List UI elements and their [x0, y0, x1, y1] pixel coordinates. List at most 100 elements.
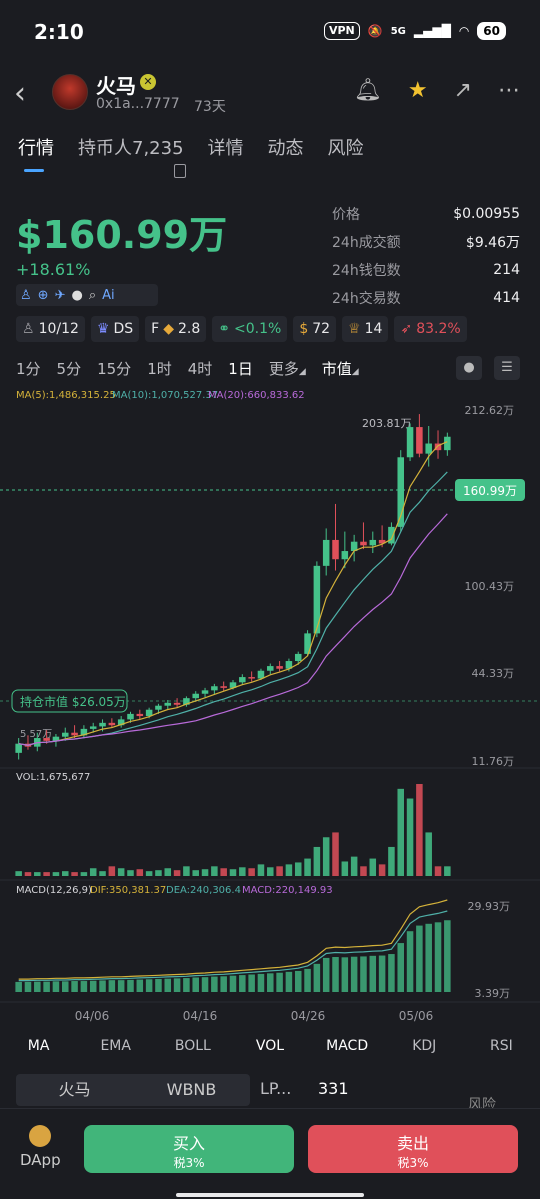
ind-ema[interactable]: EMA — [77, 1038, 154, 1054]
candle-body — [89, 726, 97, 729]
volume-bar — [285, 864, 293, 876]
tf-1m[interactable]: 1分 — [16, 358, 41, 379]
pair-selector[interactable]: 火马 WBNB — [16, 1074, 250, 1106]
search-icon[interactable]: ⌕ — [89, 288, 96, 303]
ind-macd[interactable]: MACD — [309, 1038, 386, 1054]
share-icon[interactable]: ↗ — [454, 78, 472, 103]
user-icon[interactable]: ♙ — [20, 288, 32, 303]
home-indicator — [176, 1193, 364, 1197]
volume-bar — [360, 866, 367, 876]
copy-icon[interactable] — [174, 164, 186, 178]
qq-icon[interactable]: ● — [71, 288, 82, 303]
price-chart[interactable]: MA(5):1,486,315.25 MA(10):1,070,527.37 M… — [0, 380, 540, 1040]
ma5-legend: MA(5):1,486,315.25 — [16, 390, 116, 401]
tf-4h[interactable]: 4时 — [188, 358, 213, 379]
star-icon[interactable]: ★ — [408, 78, 428, 103]
ind-kdj[interactable]: KDJ — [386, 1038, 463, 1054]
ind-vol[interactable]: VOL — [231, 1038, 308, 1054]
chip-top-holders[interactable]: ⚭ <0.1% — [212, 316, 288, 342]
token-avatar[interactable] — [52, 74, 88, 110]
tab-activity[interactable]: 动态 — [268, 134, 304, 160]
candle-body — [211, 686, 218, 691]
dapp-label: DApp — [20, 1151, 61, 1169]
tf-market-cap[interactable]: 市值◢ — [322, 358, 359, 379]
ind-rsi[interactable]: RSI — [463, 1038, 540, 1054]
tab-holders[interactable]: 持币人7,235 — [78, 134, 184, 160]
more-icon[interactable]: ⋯ — [498, 78, 520, 103]
verified-icon: ✕ — [140, 74, 156, 90]
buy-label: 买入 — [172, 1134, 205, 1153]
candle-body — [444, 436, 451, 451]
tf-1h[interactable]: 1时 — [147, 358, 172, 379]
money-bag-icon: $ — [299, 321, 309, 337]
tab-details[interactable]: 详情 — [208, 134, 244, 160]
lp-value: 331 — [318, 1079, 349, 1098]
back-icon[interactable]: ‹ — [14, 76, 26, 111]
draw-tool-icon[interactable]: ● — [456, 356, 482, 380]
candle-body — [425, 443, 432, 454]
candle-body — [127, 713, 134, 720]
sell-tax: 税3% — [397, 1156, 429, 1170]
volume-bar — [248, 868, 255, 876]
candle-body — [164, 702, 172, 706]
macd-bar — [71, 981, 78, 992]
ind-ma[interactable]: MA — [0, 1038, 77, 1054]
volume-bar — [220, 868, 227, 876]
hat-icon: ♛ — [96, 321, 110, 337]
dapp-button[interactable]: DApp — [20, 1125, 61, 1169]
chip-value: 83.2% — [416, 321, 461, 337]
mute-icon: 🔕 — [367, 24, 383, 38]
macd-bar — [388, 954, 395, 992]
macd-bar — [89, 980, 97, 992]
main-tabs: 行情 持币人7,235 详情 动态 风险 — [18, 134, 364, 160]
tf-more[interactable]: 更多◢ — [269, 358, 306, 379]
tab-risk[interactable]: 风险 — [328, 134, 364, 160]
tf-15m[interactable]: 15分 — [97, 358, 131, 379]
volume-bar — [294, 862, 302, 876]
tf-mc-label: 市值 — [321, 360, 352, 378]
ind-boll[interactable]: BOLL — [154, 1038, 231, 1054]
volume-bar — [257, 864, 265, 876]
bottom-action-bar: DApp 买入 税3% 卖出 税3% — [0, 1108, 540, 1199]
sell-button[interactable]: 卖出 税3% — [308, 1125, 518, 1173]
chip-audit[interactable]: ♙ 10/12 — [16, 316, 85, 342]
ai-icon[interactable]: Ai — [102, 288, 115, 303]
bell-icon[interactable]: 🔔︎ — [354, 78, 382, 103]
tab-market[interactable]: 行情 — [18, 134, 54, 160]
volume-bar — [350, 856, 358, 876]
volume-bar — [201, 869, 209, 876]
macd-bar — [434, 922, 442, 992]
score-icon: ◆ — [163, 321, 174, 337]
pair-quote[interactable]: WBNB — [133, 1074, 250, 1106]
volume-bar — [378, 864, 386, 876]
status-time: 2:10 — [34, 20, 84, 44]
chart-settings-icon[interactable]: ☰ — [494, 356, 520, 380]
chip-trophy[interactable]: ♕ 14 — [342, 316, 389, 342]
globe-icon[interactable]: ⊕ — [38, 288, 49, 303]
pair-base[interactable]: 火马 — [16, 1074, 133, 1106]
tf-1d[interactable]: 1日 — [228, 358, 253, 379]
volume-bar — [99, 871, 106, 876]
buy-button[interactable]: 买入 税3% — [84, 1125, 294, 1173]
telegram-icon[interactable]: ✈ — [55, 288, 66, 303]
macd-bar — [192, 977, 199, 992]
macd-bar — [24, 981, 32, 992]
chip-ds[interactable]: ♛ DS — [90, 316, 140, 342]
macd-bar — [99, 980, 106, 992]
chip-rocket[interactable]: ➶ 83.2% — [394, 316, 467, 342]
current-price-label: 160.99万 — [463, 484, 517, 498]
macd-bar — [43, 981, 50, 992]
header-actions: 🔔︎ ★ ↗ ⋯ — [354, 78, 520, 103]
macd-bar — [304, 968, 311, 992]
candle-body — [71, 732, 78, 736]
tf-5m[interactable]: 5分 — [57, 358, 82, 379]
volume-bar — [434, 866, 442, 876]
chip-score[interactable]: F ◆ 2.8 — [145, 316, 207, 342]
social-links: ♙ ⊕ ✈ ● ⌕ Ai — [16, 284, 158, 306]
axis-tick-bottom: 11.76万 — [472, 755, 515, 768]
chip-money[interactable]: $72 — [293, 316, 337, 342]
status-bar: 2:10 VPN 🔕 5G ▂▄▆█ ◠ 60 — [0, 0, 540, 66]
volume-bar — [369, 858, 377, 876]
stat-label: 24h交易数 — [332, 291, 401, 307]
token-address[interactable]: 0x1a...7777 — [96, 96, 180, 112]
